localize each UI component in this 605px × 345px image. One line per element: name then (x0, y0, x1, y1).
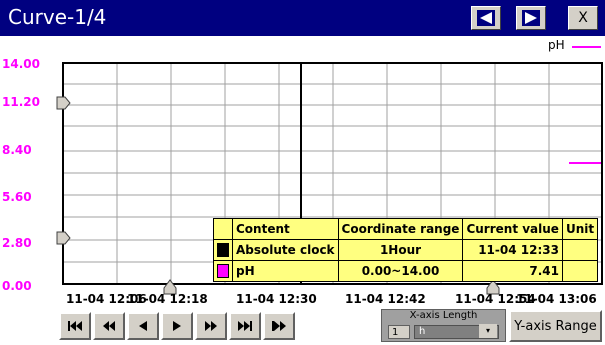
x-tick-label: 11-04 12:18 (127, 292, 208, 306)
fast-forward-icon (205, 321, 217, 331)
x-tick-label: 11-04 12:30 (236, 292, 317, 306)
row-content: pH (232, 260, 339, 282)
table-row[interactable]: pH 0.00~14.00 7.41 (213, 260, 599, 282)
title-bar: Curve-1/4 X (0, 0, 605, 36)
row-range: 1Hour (337, 239, 464, 261)
swatch-black (217, 243, 229, 257)
step-forward-button[interactable] (161, 312, 193, 340)
x-axis-length-unit: h (419, 326, 426, 337)
row-range: 0.00~14.00 (337, 260, 464, 282)
triangle-right-icon (522, 10, 540, 26)
play-backward-icon (139, 321, 147, 331)
row-unit (561, 239, 599, 261)
x-axis-length-value[interactable]: 1 (388, 325, 410, 339)
x-axis-length-unit-select[interactable]: h ▾ (414, 324, 499, 339)
y-upper-limit-handle[interactable] (56, 96, 71, 110)
legend-swatch (572, 46, 601, 48)
triangle-left-icon (477, 10, 495, 26)
info-table: Content Coordinate range Current value U… (213, 218, 599, 282)
page-forward-button[interactable] (195, 312, 227, 340)
window-title: Curve-1/4 (8, 5, 107, 29)
legend-label: pH (548, 38, 565, 52)
info-table-container: Content Coordinate range Current value U… (213, 218, 599, 282)
row-value: 7.41 (462, 260, 563, 282)
prev-curve-button[interactable] (471, 6, 501, 30)
x-axis-length-label: X-axis Length (409, 310, 478, 321)
header-current-value: Current value (462, 218, 563, 240)
page-back-button[interactable] (93, 312, 125, 340)
close-icon: X (578, 10, 588, 26)
skip-to-end-button[interactable] (229, 312, 261, 340)
jump-to-end-button[interactable] (263, 312, 295, 340)
skip-to-end-icon (238, 321, 252, 331)
step-back-button[interactable] (127, 312, 159, 340)
swatch-magenta (217, 264, 229, 278)
x-tick-label: 11-04 13:06 (516, 292, 597, 306)
chevron-down-icon: ▾ (479, 324, 497, 338)
row-content: Absolute clock (232, 239, 339, 261)
next-curve-button[interactable] (516, 6, 546, 30)
fast-backward-icon (103, 321, 115, 331)
play-forward-icon (173, 321, 181, 331)
x-axis-length-control: X-axis Length 1 h ▾ (381, 309, 506, 342)
row-value: 11-04 12:33 (462, 239, 563, 261)
nav-button-bar (59, 312, 295, 340)
row-unit (561, 260, 599, 282)
y-axis-range-button[interactable]: Y-axis Range (509, 310, 602, 342)
jump-to-end-icon (272, 321, 286, 331)
table-row[interactable]: Absolute clock 1Hour 11-04 12:33 (213, 239, 599, 261)
y-lower-limit-handle[interactable] (56, 231, 71, 245)
header-content: Content (232, 218, 339, 240)
close-button[interactable]: X (568, 6, 598, 30)
header-unit: Unit (561, 218, 599, 240)
info-table-header: Content Coordinate range Current value U… (213, 218, 599, 240)
header-coordinate-range: Coordinate range (337, 218, 464, 240)
skip-to-start-icon (68, 321, 82, 331)
skip-to-start-button[interactable] (59, 312, 91, 340)
x-tick-label: 11-04 12:42 (345, 292, 426, 306)
